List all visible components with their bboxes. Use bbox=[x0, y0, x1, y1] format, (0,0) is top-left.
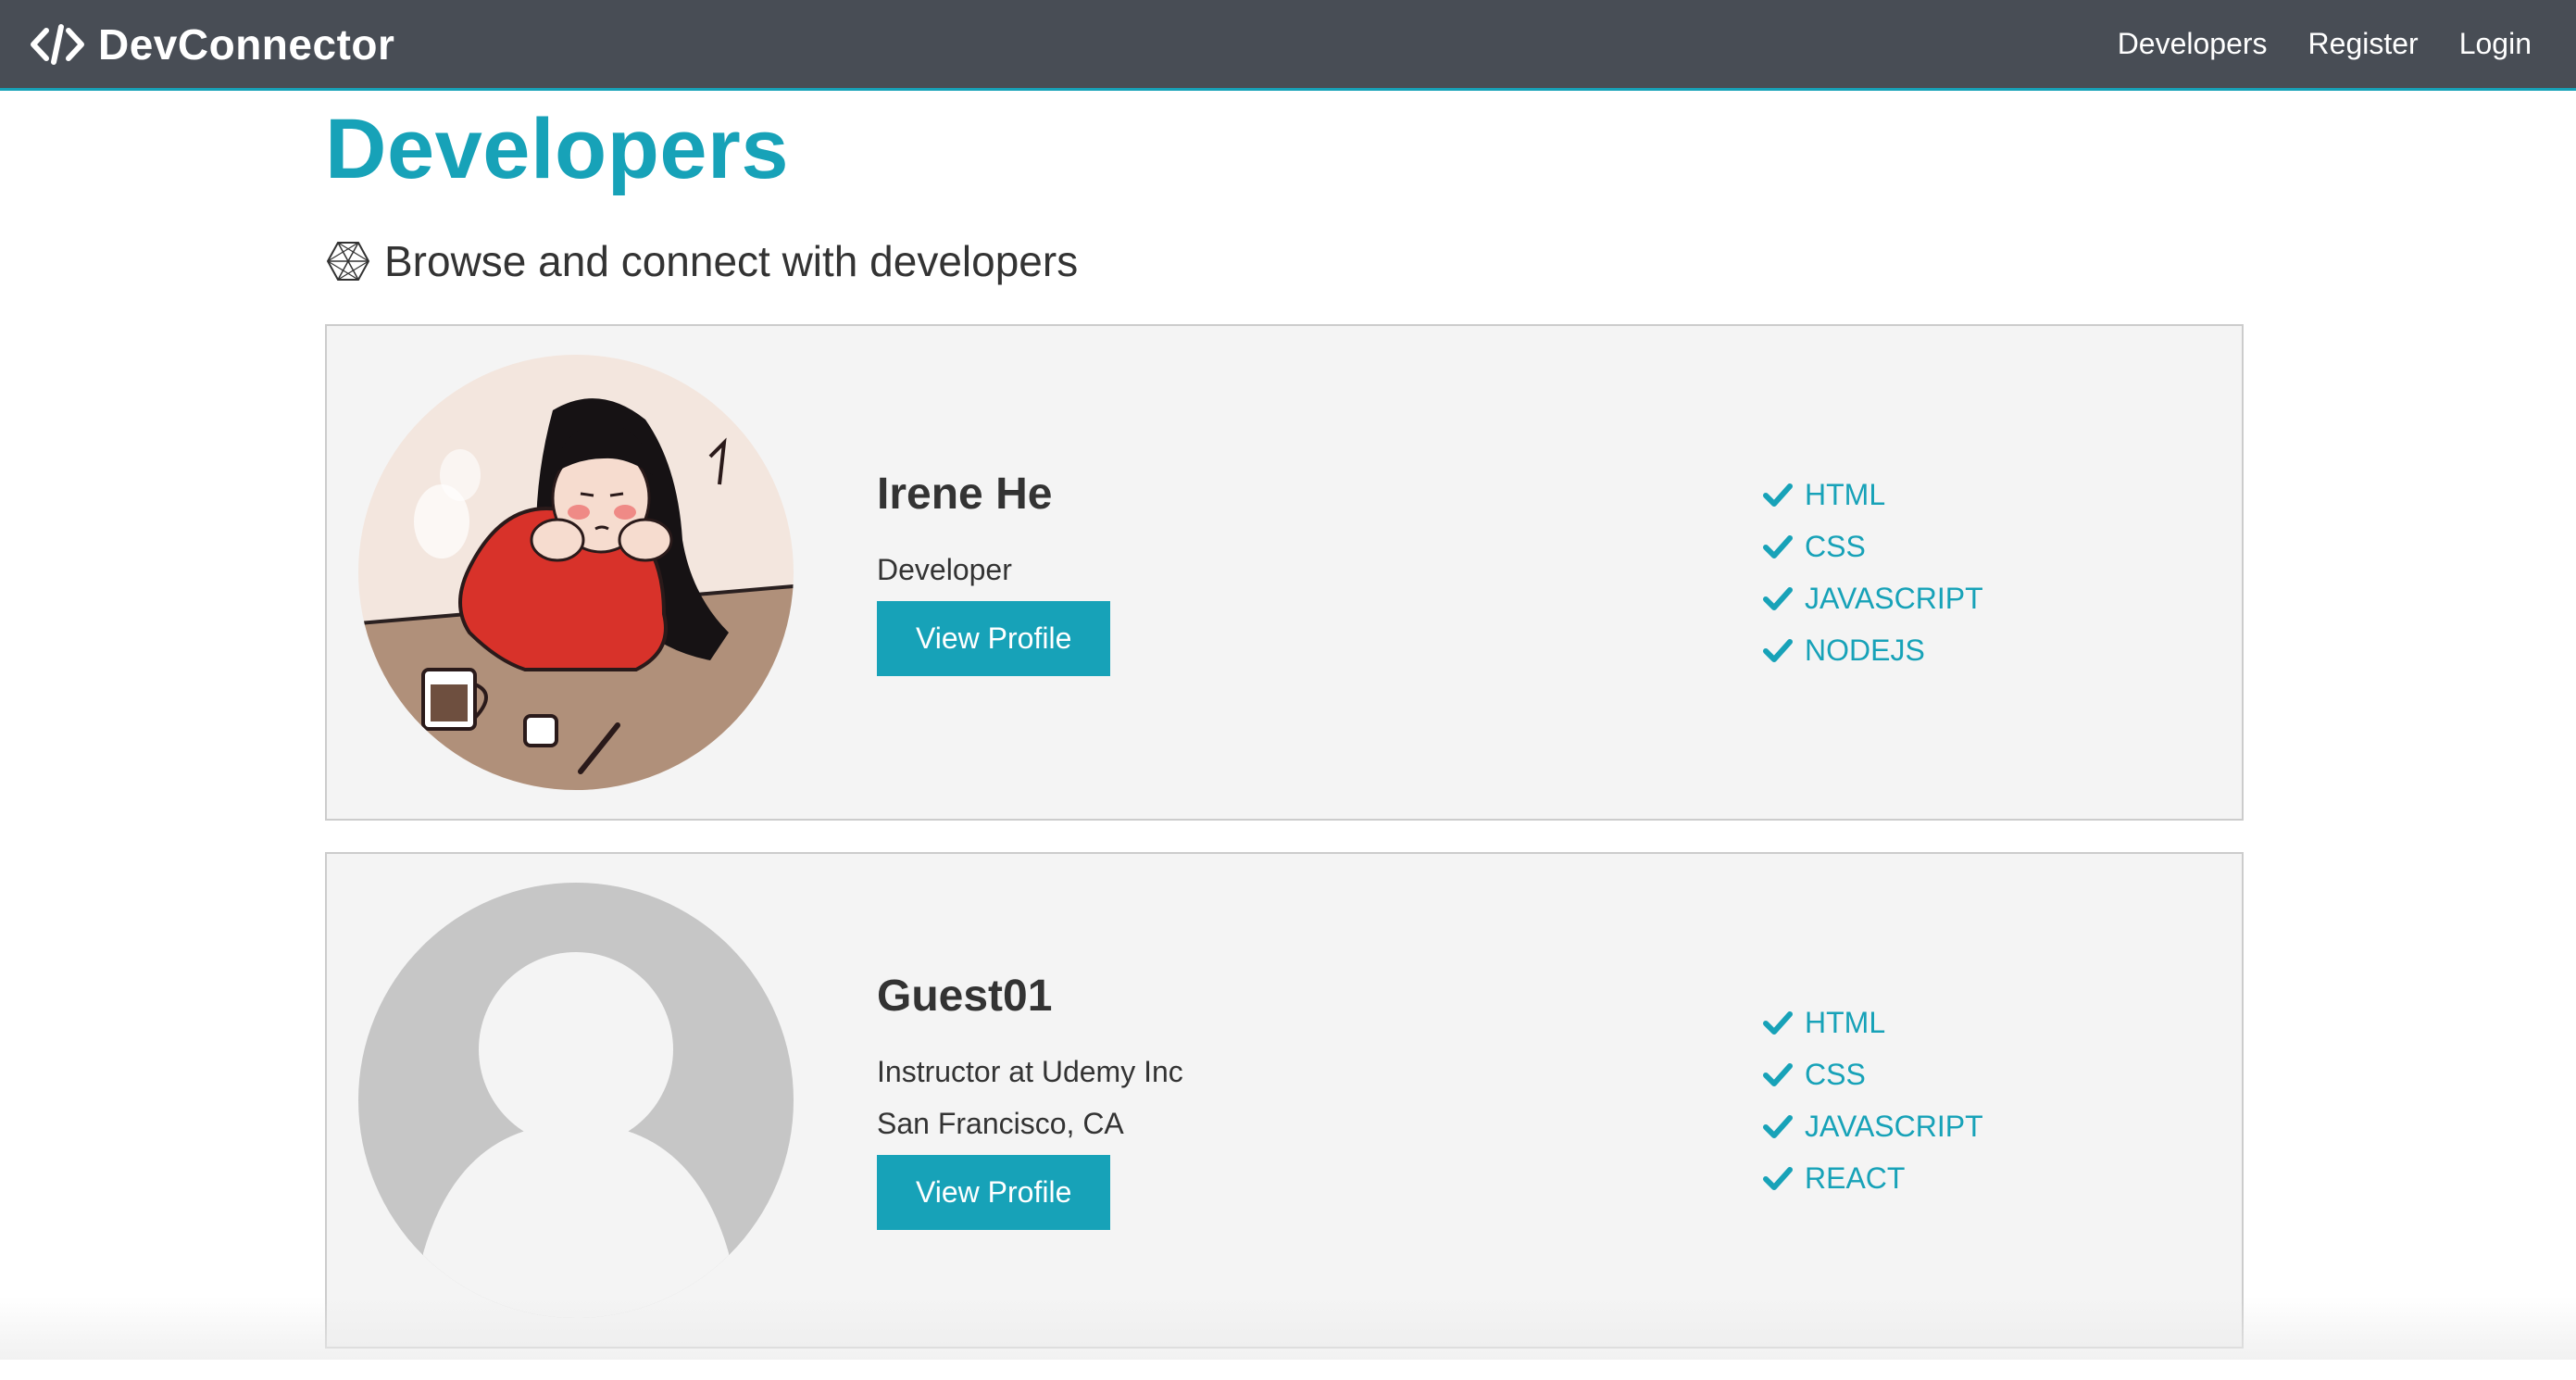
skill-item: HTML bbox=[1762, 469, 2214, 521]
nav-links: Developers Register Login bbox=[2118, 27, 2546, 61]
code-icon bbox=[30, 21, 85, 68]
nav-register-link[interactable]: Register bbox=[2308, 27, 2419, 61]
profile-info: Guest01 Instructor at Udemy Inc San Fran… bbox=[818, 971, 1744, 1230]
skill-item: HTML bbox=[1762, 997, 2214, 1048]
brand-name: DevConnector bbox=[98, 19, 395, 69]
skill-label: HTML bbox=[1805, 1005, 1886, 1039]
skill-label: JAVASCRIPT bbox=[1805, 1109, 1983, 1143]
avatar bbox=[358, 883, 794, 1318]
illustrated-girl-avatar bbox=[358, 355, 794, 790]
avatar bbox=[358, 355, 794, 790]
skill-label: JAVASCRIPT bbox=[1805, 581, 1983, 615]
page-lead: Browse and connect with developers bbox=[325, 232, 2244, 291]
skill-label: REACT bbox=[1805, 1160, 1906, 1195]
check-icon bbox=[1762, 1007, 1794, 1038]
main-container: Developers Browse and connect with devel… bbox=[325, 91, 2244, 1380]
page-title: Developers bbox=[325, 102, 790, 196]
brand-link[interactable]: DevConnector bbox=[30, 19, 394, 69]
skill-item: NODEJS bbox=[1762, 624, 2214, 676]
lead-text: Browse and connect with developers bbox=[384, 237, 1079, 285]
skill-item: REACT bbox=[1762, 1152, 2214, 1204]
check-icon bbox=[1762, 531, 1794, 562]
check-icon bbox=[1762, 1110, 1794, 1142]
check-icon bbox=[1762, 634, 1794, 666]
view-profile-button[interactable]: View Profile bbox=[877, 601, 1111, 676]
nav-developers-link[interactable]: Developers bbox=[2118, 27, 2268, 61]
profile-name: Guest01 bbox=[877, 972, 1053, 1021]
check-icon bbox=[1762, 479, 1794, 510]
profile-info: Irene He Developer View Profile bbox=[818, 469, 1744, 676]
skill-label: HTML bbox=[1805, 477, 1886, 511]
skill-label: NODEJS bbox=[1805, 633, 1925, 667]
skill-item: CSS bbox=[1762, 1048, 2214, 1100]
skill-item: JAVASCRIPT bbox=[1762, 572, 2214, 624]
skills-list: HTML CSS JAVASCRIPT REACT bbox=[1744, 997, 2214, 1204]
profile-card: Irene He Developer View Profile HTML CSS… bbox=[325, 324, 2244, 821]
profiles-list: Irene He Developer View Profile HTML CSS… bbox=[325, 324, 2244, 1349]
default-user-avatar bbox=[358, 883, 794, 1318]
profile-card: Guest01 Instructor at Udemy Inc San Fran… bbox=[325, 852, 2244, 1349]
check-icon bbox=[1762, 583, 1794, 614]
navbar: DevConnector Developers Register Login bbox=[0, 0, 2576, 91]
skill-label: CSS bbox=[1805, 529, 1866, 563]
profile-status: Instructor at Udemy Inc bbox=[877, 1055, 1183, 1088]
skill-label: CSS bbox=[1805, 1057, 1866, 1091]
skills-list: HTML CSS JAVASCRIPT NODEJS bbox=[1744, 469, 2214, 676]
check-icon bbox=[1762, 1162, 1794, 1194]
profile-name: Irene He bbox=[877, 470, 1053, 519]
nav-login-link[interactable]: Login bbox=[2459, 27, 2532, 61]
connectdevelop-icon bbox=[325, 238, 371, 284]
check-icon bbox=[1762, 1059, 1794, 1090]
skill-item: CSS bbox=[1762, 521, 2214, 572]
skill-item: JAVASCRIPT bbox=[1762, 1100, 2214, 1152]
view-profile-button[interactable]: View Profile bbox=[877, 1155, 1111, 1230]
profile-status: Developer bbox=[877, 553, 1012, 586]
profile-location: San Francisco, CA bbox=[877, 1107, 1124, 1140]
